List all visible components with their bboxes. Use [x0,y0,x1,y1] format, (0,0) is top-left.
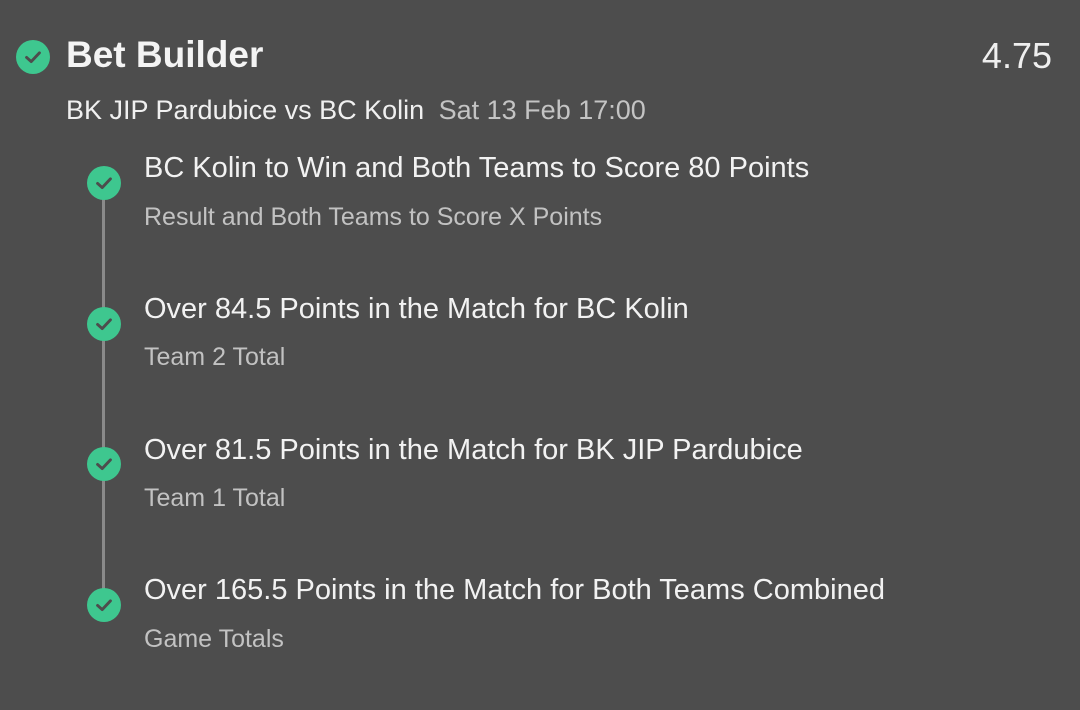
match-datetime: Sat 13 Feb 17:00 [438,95,646,125]
leg-selection: Over 165.5 Points in the Match for Both … [144,574,885,606]
leg-market: Team 1 Total [144,484,286,512]
check-circle-icon [87,166,121,200]
legs-timeline [102,190,105,610]
leg-market: Team 2 Total [144,343,286,371]
bet-title: Bet Builder [66,34,264,75]
event-info: BK JIP Pardubice vs BC Kolin Sat 13 Feb … [66,95,646,126]
leg-selection: BC Kolin to Win and Both Teams to Score … [144,152,810,184]
bet-builder-card: Bet Builder 4.75 BK JIP Pardubice vs BC … [0,0,1080,710]
leg-selection: Over 81.5 Points in the Match for BK JIP… [144,434,803,466]
check-circle-icon [87,307,121,341]
check-circle-icon [16,40,50,74]
check-circle-icon [87,447,121,481]
check-circle-icon [87,588,121,622]
match-name: BK JIP Pardubice vs BC Kolin [66,95,425,125]
leg-market: Result and Both Teams to Score X Points [144,203,603,231]
bet-odds: 4.75 [981,35,1052,76]
leg-selection: Over 84.5 Points in the Match for BC Kol… [144,293,689,325]
leg-market: Game Totals [144,625,284,653]
